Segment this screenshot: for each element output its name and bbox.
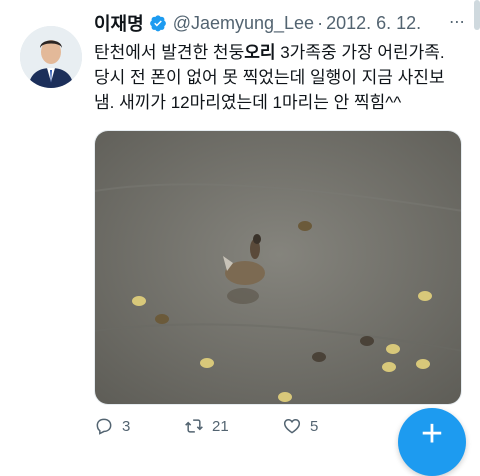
author-name[interactable]: 이재명	[94, 10, 144, 36]
tweet-text-line-1: 탄천에서 발견한 천둥오리 3가족중 가장 어린가족.	[94, 40, 474, 65]
heart-icon	[283, 418, 301, 434]
retweet-count: 21	[212, 417, 229, 435]
tweet-text: 탄천에서 발견한 천둥오리 3가족중 가장 어린가족. 당시 전 폰이 없어 못…	[94, 40, 474, 115]
reply-icon	[96, 418, 112, 435]
duck-photo	[95, 131, 461, 404]
like-button[interactable]: 5	[282, 416, 372, 436]
avatar-photo	[20, 26, 82, 88]
reply-button[interactable]: 3	[94, 416, 184, 436]
tweet[interactable]: 이재명 @Jaemyung_Lee · 2012. 6. 12. ⋯ 탄천에서 …	[0, 0, 480, 444]
tweet-text-line-2: 당시 전 폰이 없어 못 찍었는데 일행이 지금 사진보	[94, 68, 445, 87]
retweet-button[interactable]: 21	[184, 416, 282, 436]
tweet-text-line-3: 냄. 새끼가 12마리였는데 1마리는 안 찍힘^^	[94, 93, 402, 112]
avatar[interactable]	[20, 26, 82, 88]
like-count: 5	[310, 417, 319, 435]
more-options-icon[interactable]: ⋯	[449, 12, 466, 32]
plus-icon: +	[420, 413, 444, 455]
text-segment: 탄천에서 발견한 천둥	[94, 43, 245, 62]
text-bold-segment: 오리	[244, 43, 276, 62]
verified-badge-icon	[149, 14, 167, 32]
compose-tweet-button[interactable]: +	[398, 408, 466, 476]
author-handle[interactable]: @Jaemyung_Lee	[173, 13, 314, 34]
tweet-photo[interactable]	[94, 130, 462, 405]
tweet-date[interactable]: 2012. 6. 12.	[326, 13, 421, 34]
reply-count: 3	[122, 417, 131, 435]
tweet-header: 이재명 @Jaemyung_Lee · 2012. 6. 12.	[94, 10, 474, 36]
text-segment: 3가족중 가장 어린가족.	[275, 43, 445, 62]
retweet-icon	[185, 419, 203, 433]
separator: ·	[317, 12, 324, 33]
